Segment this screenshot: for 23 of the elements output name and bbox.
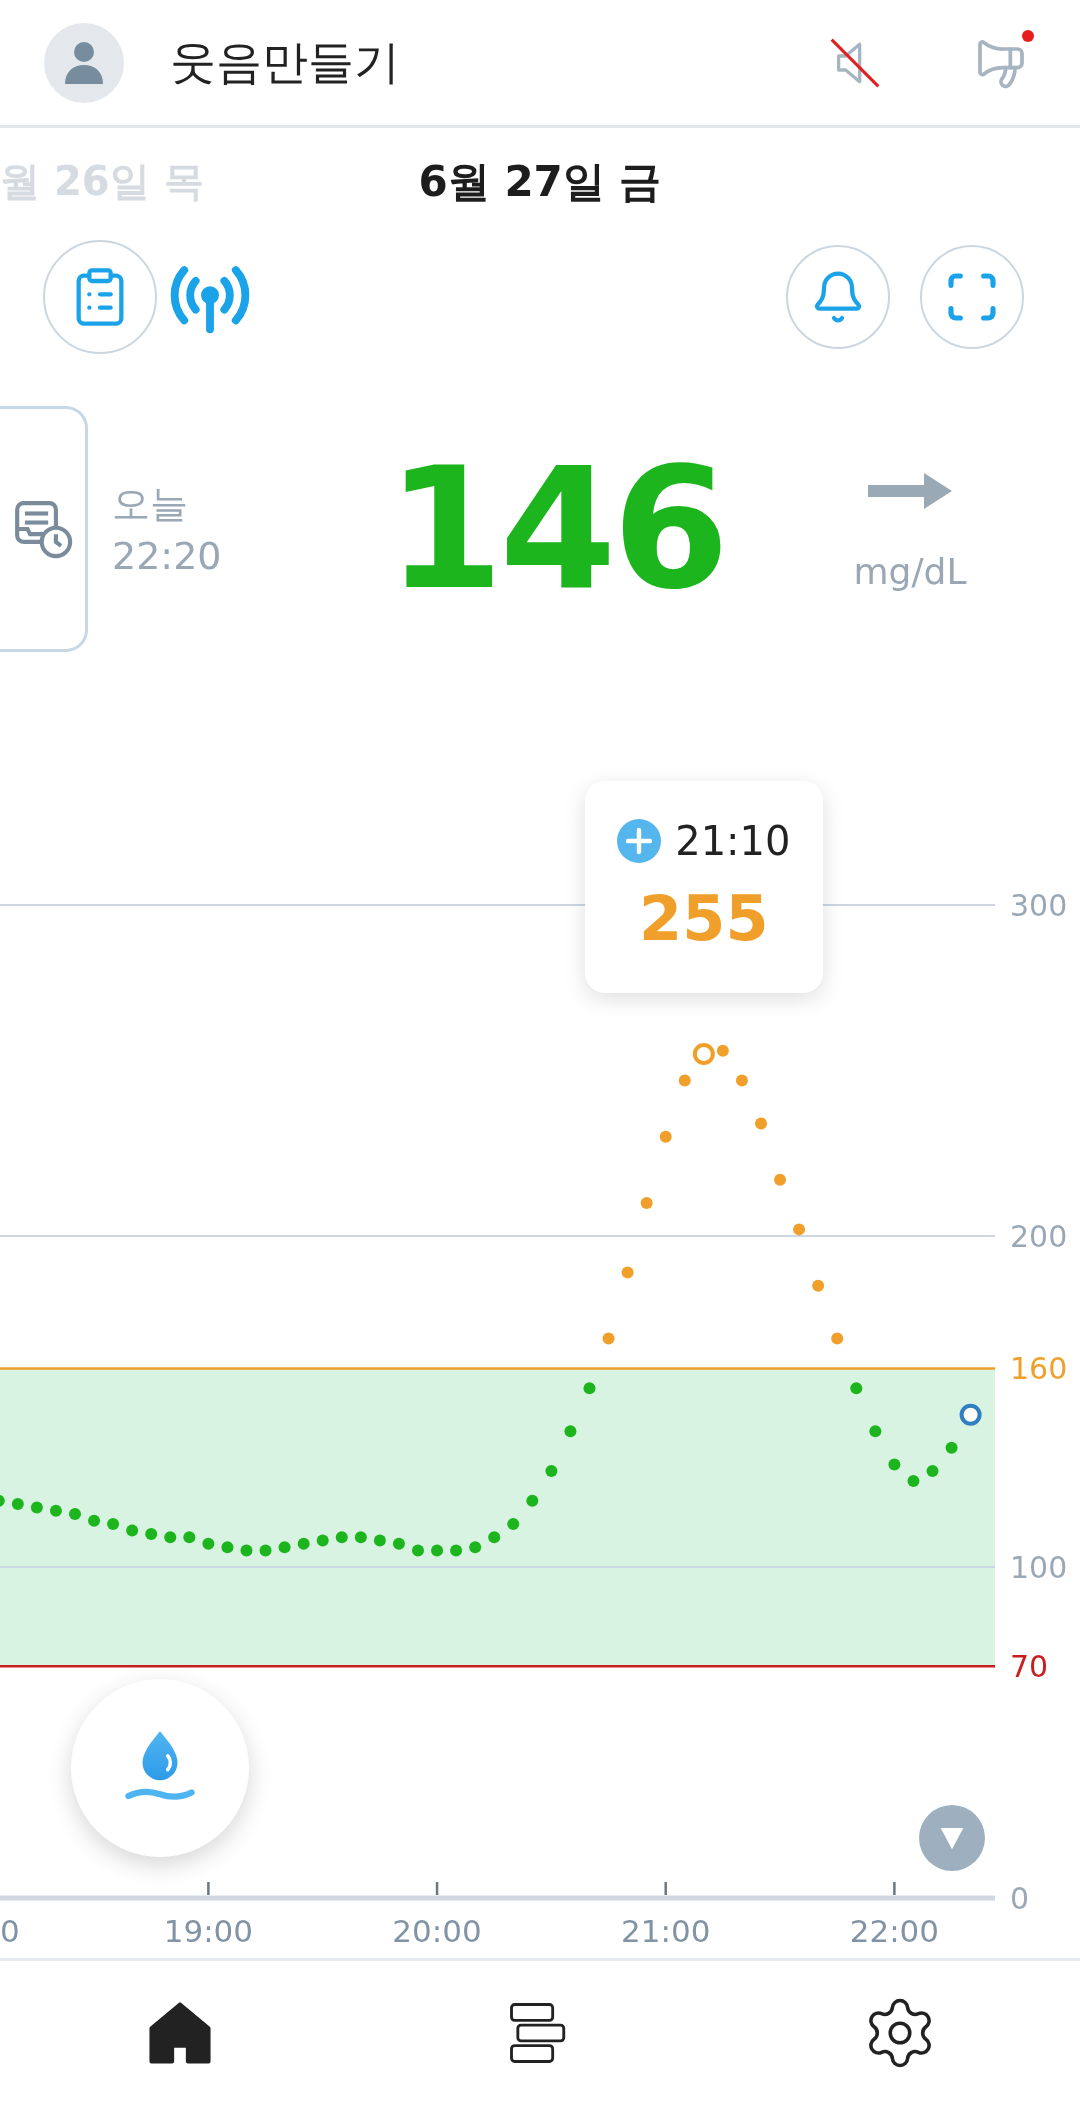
y-axis-label: 70 bbox=[1010, 1648, 1049, 1684]
y-axis-label: 200 bbox=[1010, 1218, 1068, 1254]
tooltip-time: 21:10 bbox=[675, 818, 791, 865]
x-axis-label: 0 bbox=[0, 1912, 20, 1949]
y-axis-label: 300 bbox=[1010, 887, 1068, 923]
x-axis-label: 19:00 bbox=[163, 1912, 254, 1949]
glucose-value: 146 bbox=[385, 430, 727, 627]
history-tab[interactable] bbox=[0, 405, 88, 652]
unit-label: mg/dL bbox=[853, 550, 967, 592]
x-axis-label: 22:00 bbox=[849, 1912, 940, 1949]
reading-time: 22:20 bbox=[112, 534, 223, 579]
y-axis-label: 0 bbox=[1010, 1880, 1030, 1916]
y-axis-label: 160 bbox=[1010, 1351, 1068, 1387]
reading-day: 오늘 bbox=[112, 479, 302, 531]
x-axis-label: 21:00 bbox=[621, 1912, 711, 1949]
x-axis-label: 20:00 bbox=[392, 1912, 482, 1949]
plus-icon bbox=[617, 819, 662, 864]
y-axis-label: 100 bbox=[1010, 1549, 1068, 1585]
tooltip-value: 255 bbox=[639, 882, 769, 956]
user-name: 웃음만들기 bbox=[170, 33, 401, 91]
current-date: 6월 27일 금 bbox=[418, 155, 662, 208]
person-icon bbox=[63, 39, 105, 86]
trend-arrow-icon bbox=[868, 470, 952, 511]
